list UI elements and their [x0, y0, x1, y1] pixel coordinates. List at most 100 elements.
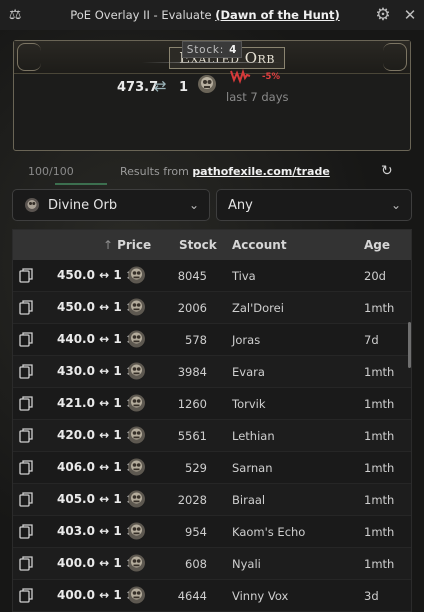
- table-row[interactable]: 450.0 ↔ 1 × 2006 Zal'Dorei 1mth: [13, 292, 411, 324]
- currency-selected: Divine Orb: [48, 197, 118, 213]
- chevron-down-icon: ⌄: [188, 198, 200, 212]
- row-account[interactable]: Tiva: [232, 269, 256, 283]
- price-value: 400.0: [57, 556, 95, 570]
- trend-period: last 7 days: [226, 90, 289, 104]
- row-stock: 3984: [177, 365, 207, 379]
- exchange-icon: ⇄: [154, 77, 167, 95]
- table-row[interactable]: 440.0 ↔ 1 × 578 Joras 7d: [13, 324, 411, 356]
- chevron-down-icon: ⌄: [390, 198, 402, 212]
- table-row[interactable]: 405.0 ↔ 1 × 2028 Biraal 1mth: [13, 484, 411, 516]
- exalted-orb-icon: [128, 394, 145, 412]
- table-row[interactable]: 420.0 ↔ 1 × 5561 Lethian 1mth: [13, 420, 411, 452]
- copy-icon[interactable]: [19, 396, 33, 411]
- scrollbar[interactable]: [408, 322, 411, 368]
- copy-icon[interactable]: [19, 300, 33, 315]
- column-stock[interactable]: Stock: [179, 238, 217, 252]
- row-stock: 608: [185, 557, 207, 571]
- price-value: 450.0: [57, 268, 95, 282]
- column-price-label: Price: [117, 238, 152, 252]
- row-account[interactable]: Kaom's Echo: [232, 525, 305, 539]
- title-bar: ⚖ PoE Overlay II - Evaluate (Dawn of the…: [0, 0, 424, 30]
- league-name[interactable]: (Dawn of the Hunt): [215, 8, 340, 22]
- row-price: 421.0 ↔ 1 ×: [57, 396, 136, 410]
- refresh-icon[interactable]: ↻: [381, 163, 393, 179]
- table-row[interactable]: 450.0 ↔ 1 × 8045 Tiva 20d: [13, 260, 411, 292]
- table-row[interactable]: 406.0 ↔ 1 × 529 Sarnan 1mth: [13, 452, 411, 484]
- rate-quantity: 1: [179, 80, 189, 95]
- table-row[interactable]: 421.0 ↔ 1 × 1260 Torvik 1mth: [13, 388, 411, 420]
- row-price: 406.0 ↔ 1 ×: [57, 460, 136, 474]
- copy-icon[interactable]: [19, 492, 33, 507]
- header-ornament-left: [17, 43, 41, 71]
- price-value: 403.0: [57, 524, 95, 538]
- copy-icon[interactable]: [19, 428, 33, 443]
- row-account[interactable]: Lethian: [232, 429, 275, 443]
- currency-dropdown[interactable]: Divine Orb ⌄: [12, 189, 210, 221]
- price-value: 405.0: [57, 492, 95, 506]
- table-row[interactable]: 430.0 ↔ 1 × 3984 Evara 1mth: [13, 356, 411, 388]
- copy-icon[interactable]: [19, 364, 33, 379]
- trade-site-link[interactable]: pathofexile.com/trade: [192, 165, 329, 178]
- row-price: 450.0 ↔ 1 ×: [57, 268, 136, 282]
- row-stock: 4644: [177, 589, 207, 603]
- row-age: 1mth: [364, 557, 395, 571]
- row-account[interactable]: Biraal: [232, 493, 265, 507]
- row-age: 1mth: [364, 525, 395, 539]
- close-icon[interactable]: ✕: [396, 6, 424, 24]
- window-title: PoE Overlay II - Evaluate (Dawn of the H…: [30, 8, 370, 22]
- exalted-orb-icon: [128, 586, 145, 604]
- mode-selected: Any: [228, 197, 253, 213]
- row-price: 400.0 ↔ 1 ×: [57, 556, 136, 570]
- price-value: 420.0: [57, 428, 95, 442]
- table-row[interactable]: 400.0 ↔ 1 × 4644 Vinny Vox 3d: [13, 580, 411, 612]
- row-price: 450.0 ↔ 1 ×: [57, 300, 136, 314]
- column-price[interactable]: ↑ Price: [103, 238, 151, 252]
- results-prefix: Results from: [120, 165, 193, 178]
- table-header: ↑ Price Stock Account Age: [13, 230, 411, 260]
- mode-dropdown[interactable]: Any ⌄: [216, 189, 412, 221]
- price-value: 406.0: [57, 460, 95, 474]
- row-age: 7d: [364, 333, 379, 347]
- copy-icon[interactable]: [19, 524, 33, 539]
- price-trend-sparkline: [230, 68, 251, 84]
- row-price: 405.0 ↔ 1 ×: [57, 492, 136, 506]
- exalted-orb-icon: [128, 362, 145, 380]
- row-account[interactable]: Evara: [232, 365, 265, 379]
- row-age: 1mth: [364, 301, 395, 315]
- copy-icon[interactable]: [19, 588, 33, 603]
- row-age: 1mth: [364, 461, 395, 475]
- row-account[interactable]: Joras: [232, 333, 260, 347]
- table-row[interactable]: 403.0 ↔ 1 × 954 Kaom's Echo 1mth: [13, 516, 411, 548]
- divider: [142, 62, 282, 63]
- table-row[interactable]: 400.0 ↔ 1 × 608 Nyali 1mth: [13, 548, 411, 580]
- row-account[interactable]: Torvik: [232, 397, 266, 411]
- row-price: 403.0 ↔ 1 ×: [57, 524, 136, 538]
- row-stock: 2006: [177, 301, 207, 315]
- results-source: Results from pathofexile.com/trade: [120, 165, 330, 178]
- column-age[interactable]: Age: [364, 238, 390, 252]
- price-value: 440.0: [57, 332, 95, 346]
- rate-price: 473.7: [117, 80, 159, 95]
- row-account[interactable]: Zal'Dorei: [232, 301, 284, 315]
- sort-arrow-up-icon: ↑: [103, 238, 114, 252]
- row-account[interactable]: Vinny Vox: [232, 589, 288, 603]
- row-stock: 1260: [177, 397, 207, 411]
- price-value: 450.0: [57, 300, 95, 314]
- row-price: 420.0 ↔ 1 ×: [57, 428, 136, 442]
- row-age: 1mth: [364, 397, 395, 411]
- copy-icon[interactable]: [19, 460, 33, 475]
- row-age: 20d: [364, 269, 386, 283]
- row-account[interactable]: Sarnan: [232, 461, 273, 475]
- copy-icon[interactable]: [19, 332, 33, 347]
- copy-icon[interactable]: [19, 556, 33, 571]
- copy-icon[interactable]: [19, 268, 33, 283]
- window-title-prefix: PoE Overlay II - Evaluate: [70, 8, 216, 22]
- row-account[interactable]: Nyali: [232, 557, 261, 571]
- row-age: 3d: [364, 589, 379, 603]
- gear-icon[interactable]: ⚙: [370, 5, 396, 25]
- row-stock: 8045: [177, 269, 207, 283]
- price-value: 400.0: [57, 588, 95, 602]
- row-price: 430.0 ↔ 1 ×: [57, 364, 136, 378]
- column-account[interactable]: Account: [232, 238, 287, 252]
- price-value: 430.0: [57, 364, 95, 378]
